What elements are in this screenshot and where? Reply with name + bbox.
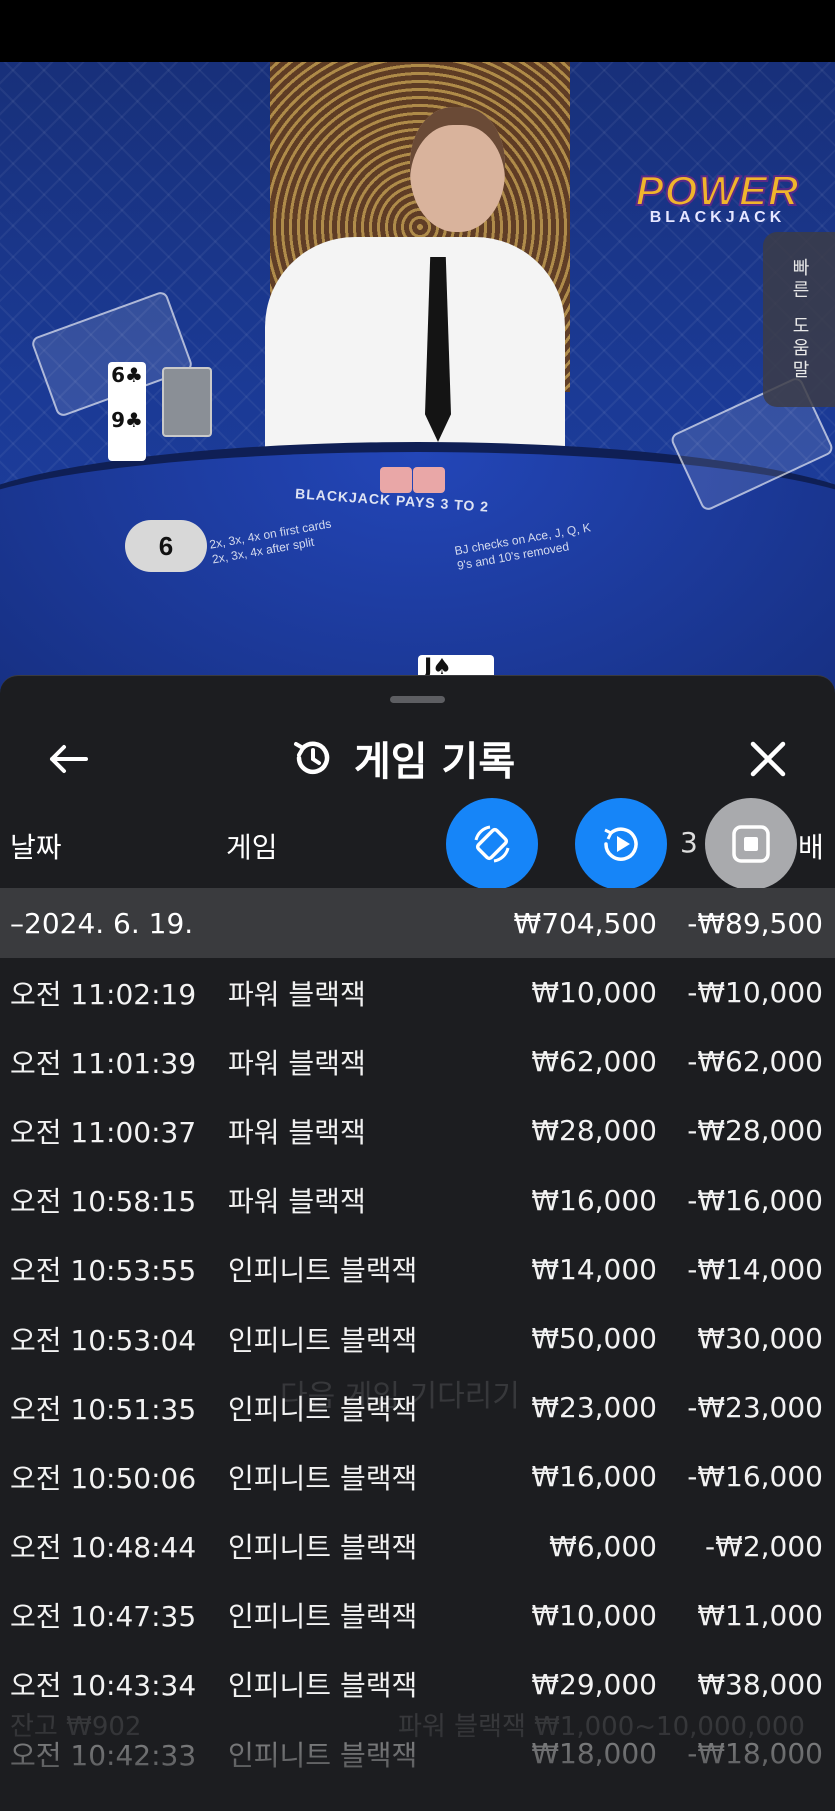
row-result: ₩30,000 xyxy=(697,1322,823,1356)
quick-help-tab[interactable]: 빠른 도움말 xyxy=(763,232,835,407)
row-result: -₩23,000 xyxy=(687,1391,823,1425)
rotate-screen-button[interactable] xyxy=(446,798,538,890)
column-header-payout: 배 xyxy=(798,831,824,864)
row-result: -₩14,000 xyxy=(687,1252,823,1286)
row-time: 오전 11:02:19 xyxy=(10,977,197,1011)
table-row[interactable]: 오전 11:00:37 파워 블랙잭 ₩28,000 -₩28,000 xyxy=(0,1096,835,1165)
row-result: -₩10,000 xyxy=(687,976,823,1010)
date-group-result-total: -₩89,500 xyxy=(687,906,823,940)
row-result: -₩2,000 xyxy=(705,1529,823,1563)
game-history-sheet: 다음 게임 기다리기 잔고 ₩902 파워 블랙잭 ₩1,000~10,000,… xyxy=(0,675,835,1811)
row-game: 인피니트 블랙잭 xyxy=(228,1392,418,1426)
stop-button[interactable] xyxy=(705,798,797,890)
table-row[interactable]: 오전 10:43:34 인피니트 블랙잭 ₩29,000 ₩38,000 xyxy=(0,1650,835,1719)
row-bet: ₩50,000 xyxy=(531,1322,657,1356)
row-bet: ₩16,000 xyxy=(531,1183,657,1217)
row-game: 파워 블랙잭 xyxy=(228,977,366,1011)
table-card xyxy=(413,467,445,493)
help-tab-label: 빠른 xyxy=(789,257,810,302)
row-game: 인피니트 블랙잭 xyxy=(228,1531,418,1565)
table-row[interactable]: 오전 10:47:35 인피니트 블랙잭 ₩10,000 ₩11,000 xyxy=(0,1581,835,1650)
page-title: 게임 기록 xyxy=(354,739,516,785)
column-header-date: 날짜 xyxy=(10,831,62,864)
table-row[interactable]: 오전 10:53:04 인피니트 블랙잭 ₩50,000 ₩30,000 xyxy=(0,1304,835,1373)
row-result: -₩16,000 xyxy=(687,1183,823,1217)
row-time: 오전 10:53:55 xyxy=(10,1254,197,1288)
row-time: 오전 10:53:04 xyxy=(10,1323,197,1357)
history-list: 오전 11:02:19 파워 블랙잭 ₩10,000 -₩10,000 오전 11:01… xyxy=(0,958,835,1788)
history-icon xyxy=(294,741,330,775)
table-row[interactable]: 오전 10:58:15 파워 블랙잭 ₩16,000 -₩16,000 xyxy=(0,1166,835,1235)
row-time: 오전 10:48:44 xyxy=(10,1531,197,1565)
table-card xyxy=(380,467,412,493)
logo-line: POWER xyxy=(635,166,800,215)
row-result: -₩16,000 xyxy=(687,1460,823,1494)
row-time: 오전 10:47:35 xyxy=(10,1600,197,1634)
table-row[interactable]: 오전 10:42:33 인피니트 블랙잭 ₩18,000 -₩18,000 xyxy=(0,1719,835,1788)
dealer-body xyxy=(265,237,565,467)
dealer-head xyxy=(410,107,505,232)
row-bet: ₩62,000 xyxy=(531,1045,657,1079)
row-game: 파워 블랙잭 xyxy=(228,1046,366,1080)
row-game: 인피니트 블랙잭 xyxy=(228,1600,418,1634)
row-bet: ₩14,000 xyxy=(531,1252,657,1286)
row-game: 파워 블랙잭 xyxy=(228,1115,366,1149)
drag-handle[interactable] xyxy=(390,696,445,703)
row-bet: ₩23,000 xyxy=(531,1391,657,1425)
row-result: -₩18,000 xyxy=(687,1737,823,1771)
row-time: 오전 10:50:06 xyxy=(10,1461,197,1495)
row-game: 파워 블랙잭 xyxy=(228,1185,366,1219)
table-row[interactable]: 오전 10:53:55 인피니트 블랙잭 ₩14,000 -₩14,000 xyxy=(0,1235,835,1304)
row-game: 인피니트 블랙잭 xyxy=(228,1738,418,1772)
row-bet: ₩10,000 xyxy=(531,976,657,1010)
row-time: 오전 10:58:15 xyxy=(10,1185,197,1219)
table-row[interactable]: 오전 10:51:35 인피니트 블랙잭 ₩23,000 -₩23,000 xyxy=(0,1373,835,1442)
row-bet: ₩6,000 xyxy=(549,1529,657,1563)
back-button[interactable] xyxy=(40,731,96,787)
live-video[interactable]: BLACKJACK PAYS 3 TO 2 2x, 3x, 4x on firs… xyxy=(0,62,835,712)
row-result: -₩62,000 xyxy=(687,1045,823,1079)
row-bet: ₩16,000 xyxy=(531,1460,657,1494)
row-game: 인피니트 블랙잭 xyxy=(228,1669,418,1703)
row-bet: ₩28,000 xyxy=(531,1114,657,1148)
row-game: 인피니트 블랙잭 xyxy=(228,1254,418,1288)
table-row[interactable]: 오전 11:01:39 파워 블랙잭 ₩62,000 -₩62,000 xyxy=(0,1027,835,1096)
screen-rotate-icon xyxy=(474,825,510,863)
table-row[interactable]: 오전 10:50:06 인피니트 블랙잭 ₩16,000 -₩16,000 xyxy=(0,1442,835,1511)
replay-video-button[interactable] xyxy=(575,798,667,890)
card-back xyxy=(162,367,212,437)
column-header-game: 게임 xyxy=(226,831,278,864)
row-bet: ₩29,000 xyxy=(531,1667,657,1701)
table-row[interactable]: 오전 11:02:19 파워 블랙잭 ₩10,000 -₩10,000 xyxy=(0,958,835,1027)
row-result: ₩11,000 xyxy=(697,1598,823,1632)
stop-square-icon xyxy=(732,825,770,863)
player-score-badge: 6 xyxy=(125,520,207,572)
row-bet: ₩18,000 xyxy=(531,1737,657,1771)
player-card: 9♣ xyxy=(108,407,146,461)
row-time: 오전 11:00:37 xyxy=(10,1115,197,1149)
logo-line: BLACKJACK xyxy=(649,209,786,226)
date-group-label: –2024. 6. 19. xyxy=(10,906,194,940)
arrow-left-icon xyxy=(50,745,88,773)
close-icon xyxy=(750,741,786,777)
replay-play-icon xyxy=(604,827,638,861)
row-bet: ₩10,000 xyxy=(531,1598,657,1632)
column-header-result: 3 xyxy=(680,826,698,859)
row-time: 오전 10:43:34 xyxy=(10,1669,197,1703)
table-row[interactable]: 오전 10:48:44 인피니트 블랙잭 ₩6,000 -₩2,000 xyxy=(0,1512,835,1581)
row-time: 오전 10:51:35 xyxy=(10,1392,197,1426)
row-result: -₩28,000 xyxy=(687,1114,823,1148)
row-result: ₩38,000 xyxy=(697,1667,823,1701)
row-time: 오전 11:01:39 xyxy=(10,1046,197,1080)
row-game: 인피니트 블랙잭 xyxy=(228,1323,418,1357)
row-time: 오전 10:42:33 xyxy=(10,1738,197,1772)
row-game: 인피니트 블랙잭 xyxy=(228,1461,418,1495)
close-button[interactable] xyxy=(740,731,796,787)
help-tab-label: 도움말 xyxy=(789,315,810,382)
date-group-row[interactable]: –2024. 6. 19. ₩704,500 -₩89,500 xyxy=(0,888,835,958)
sheet-header: 게임 기록 xyxy=(290,728,515,788)
status-bar xyxy=(0,0,835,62)
date-group-bet-total: ₩704,500 xyxy=(513,906,657,940)
